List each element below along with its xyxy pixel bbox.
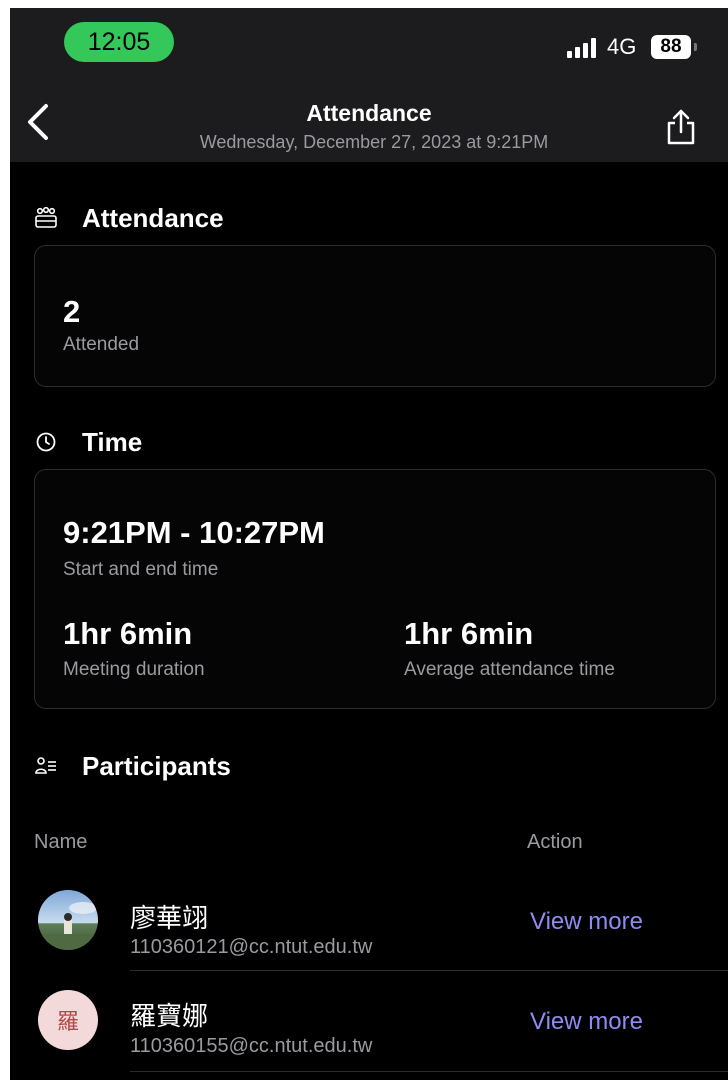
participant-email: 110360121@cc.ntut.edu.tw bbox=[130, 936, 373, 958]
attended-count: 2 bbox=[63, 294, 81, 329]
view-more-link[interactable]: View more bbox=[530, 908, 643, 936]
nav-bar: Attendance Wednesday, December 27, 2023 … bbox=[10, 78, 728, 162]
avatar-initial: 羅 bbox=[56, 1009, 79, 1034]
participants-title: Participants bbox=[82, 750, 231, 781]
participant-row[interactable]: 羅 羅寶娜 110360155@cc.ntut.edu.tw View more bbox=[10, 974, 728, 1072]
avatar[interactable] bbox=[38, 890, 98, 950]
page-subtitle: Wednesday, December 27, 2023 at 9:21PM bbox=[199, 132, 549, 152]
participants-icon bbox=[34, 754, 58, 778]
attendance-card: 2 Attended bbox=[34, 245, 716, 387]
participant-name: 廖華翊 bbox=[130, 903, 209, 933]
participants-header: Participants bbox=[34, 746, 231, 786]
people-group-icon bbox=[34, 206, 58, 230]
meeting-duration: 1hr 6min bbox=[63, 616, 193, 651]
average-attendance-time-label: Average attendance time bbox=[404, 659, 615, 680]
view-more-link[interactable]: View more bbox=[530, 1008, 643, 1036]
signal-icon bbox=[567, 38, 599, 58]
status-time[interactable]: 12:05 bbox=[64, 22, 174, 62]
row-divider bbox=[130, 1071, 728, 1072]
clock-icon bbox=[34, 430, 58, 454]
attendance-title: Attendance bbox=[82, 202, 224, 233]
average-attendance-time: 1hr 6min bbox=[404, 616, 534, 651]
participant-email: 110360155@cc.ntut.edu.tw bbox=[130, 1035, 373, 1057]
column-header-action: Action bbox=[527, 831, 583, 853]
time-header: Time bbox=[34, 422, 142, 462]
status-bar: 12:05 4G 88 bbox=[10, 8, 728, 78]
meeting-duration-label: Meeting duration bbox=[63, 659, 205, 680]
battery-tip bbox=[694, 43, 697, 51]
battery-icon: 88 bbox=[651, 35, 691, 59]
network-type: 4G bbox=[607, 34, 637, 59]
screen: 12:05 4G 88 Attendance Wednesday, Decemb… bbox=[10, 8, 728, 1080]
share-button[interactable] bbox=[664, 108, 698, 146]
profile-photo-icon bbox=[38, 890, 98, 950]
time-range: 9:21PM - 10:27PM bbox=[63, 515, 325, 550]
page-title: Attendance bbox=[306, 100, 432, 126]
time-card: 9:21PM - 10:27PM Start and end time 1hr … bbox=[34, 469, 716, 709]
attendance-header: Attendance bbox=[34, 198, 224, 238]
avatar[interactable]: 羅 bbox=[38, 990, 98, 1050]
participant-row[interactable]: 廖華翊 110360121@cc.ntut.edu.tw View more bbox=[10, 874, 728, 972]
time-title: Time bbox=[82, 426, 143, 457]
time-range-label: Start and end time bbox=[63, 559, 219, 580]
column-header-name[interactable]: Name bbox=[34, 831, 87, 854]
participant-name: 羅寶娜 bbox=[130, 1001, 209, 1031]
attended-label: Attended bbox=[63, 334, 140, 355]
share-icon bbox=[667, 109, 695, 145]
row-divider bbox=[130, 970, 728, 971]
